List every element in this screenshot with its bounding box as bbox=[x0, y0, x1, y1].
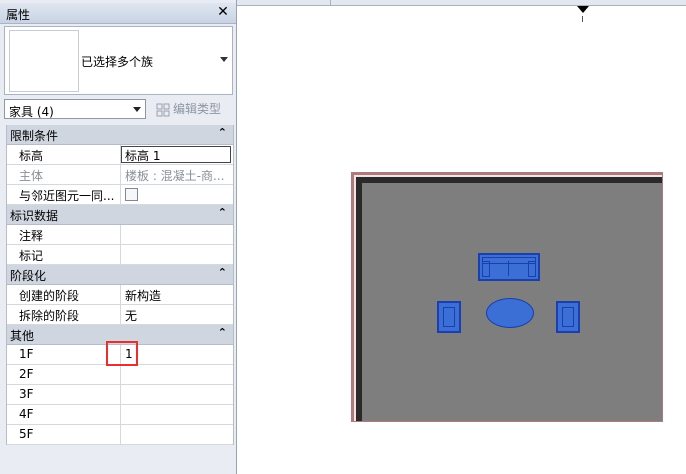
section-header-constraints[interactable]: 限制条件 ⌃ bbox=[7, 125, 233, 145]
property-value[interactable] bbox=[121, 425, 233, 444]
property-value[interactable]: 1 bbox=[121, 345, 233, 364]
property-key: 拆除的阶段 bbox=[7, 305, 121, 324]
property-key: 3F bbox=[7, 385, 121, 404]
type-selector[interactable]: 已选择多个族 bbox=[4, 26, 233, 95]
property-value-input[interactable]: 标高 1 bbox=[121, 146, 231, 163]
property-key: 主体 bbox=[7, 165, 121, 184]
property-row-1f[interactable]: 1F 1 bbox=[7, 345, 233, 365]
view-marker-stem bbox=[582, 16, 583, 22]
view-marker-icon[interactable] bbox=[577, 6, 589, 13]
type-thumbnail bbox=[9, 30, 79, 92]
property-row-5f[interactable]: 5F bbox=[7, 425, 233, 445]
property-value[interactable] bbox=[121, 405, 233, 424]
type-name: 已选择多个族 bbox=[81, 55, 154, 69]
collapse-icon[interactable]: ⌃ bbox=[218, 126, 227, 139]
close-icon[interactable]: ✕ bbox=[216, 4, 230, 20]
property-value: 楼板 : 混凝土-商... bbox=[125, 169, 225, 183]
edit-type-button[interactable]: 编辑类型 bbox=[156, 100, 221, 117]
property-row-move-with-nearby[interactable]: 与邻近图元一同... bbox=[7, 185, 233, 205]
chair-seat bbox=[562, 307, 574, 327]
property-value[interactable] bbox=[121, 185, 233, 204]
chair-seat bbox=[443, 307, 455, 327]
sofa-arm-left bbox=[482, 261, 490, 277]
property-row-2f[interactable]: 2F bbox=[7, 365, 233, 385]
property-key: 创建的阶段 bbox=[7, 285, 121, 304]
sofa[interactable] bbox=[478, 253, 540, 281]
move-with-nearby-checkbox[interactable] bbox=[125, 188, 138, 201]
property-key: 2F bbox=[7, 365, 121, 384]
section-header-other[interactable]: 其他 ⌃ bbox=[7, 325, 233, 345]
armchair-right[interactable] bbox=[556, 301, 580, 333]
collapse-icon[interactable]: ⌃ bbox=[218, 206, 227, 219]
property-key: 注释 bbox=[7, 225, 121, 244]
category-filter-label: 家具 (4) bbox=[9, 105, 54, 119]
property-key: 1F bbox=[7, 345, 121, 364]
filter-bar: 家具 (4) 编辑类型 bbox=[4, 99, 234, 121]
panel-title: 属性 bbox=[6, 8, 31, 22]
property-row-host: 主体 楼板 : 混凝土-商... bbox=[7, 165, 233, 185]
property-key: 标记 bbox=[7, 245, 121, 264]
property-key: 与邻近图元一同... bbox=[7, 185, 121, 204]
property-row-mark[interactable]: 标记 bbox=[7, 245, 233, 265]
collapse-icon[interactable]: ⌃ bbox=[218, 266, 227, 279]
property-row-phase-created[interactable]: 创建的阶段 新构造 bbox=[7, 285, 233, 305]
section-title: 阶段化 bbox=[10, 269, 47, 283]
drawing-canvas[interactable] bbox=[237, 6, 686, 474]
property-value[interactable] bbox=[121, 245, 233, 264]
property-key: 4F bbox=[7, 405, 121, 424]
section-title: 标识数据 bbox=[10, 209, 59, 223]
coffee-table[interactable] bbox=[486, 298, 534, 328]
category-filter-dropdown[interactable]: 家具 (4) bbox=[4, 99, 146, 119]
section-title: 其他 bbox=[10, 329, 35, 343]
property-value[interactable] bbox=[121, 225, 233, 244]
property-key: 标高 bbox=[7, 145, 121, 164]
edit-type-icon bbox=[156, 103, 170, 116]
section-title: 限制条件 bbox=[10, 129, 59, 143]
collapse-icon[interactable]: ⌃ bbox=[218, 326, 227, 339]
armchair-left[interactable] bbox=[437, 301, 461, 333]
tab-separator bbox=[330, 0, 331, 5]
dropdown-arrow-icon[interactable] bbox=[220, 57, 228, 62]
property-row-3f[interactable]: 3F bbox=[7, 385, 233, 405]
sofa-cushion-split bbox=[508, 261, 509, 276]
section-header-phasing[interactable]: 阶段化 ⌃ bbox=[7, 265, 233, 285]
property-value[interactable]: 新构造 bbox=[121, 285, 233, 304]
dropdown-arrow-icon[interactable] bbox=[133, 107, 141, 112]
property-row-phase-demolished[interactable]: 拆除的阶段 无 bbox=[7, 305, 233, 325]
property-row-level[interactable]: 标高 标高 1 bbox=[7, 145, 233, 165]
property-row-comments[interactable]: 注释 bbox=[7, 225, 233, 245]
property-value[interactable] bbox=[121, 385, 233, 404]
property-key: 5F bbox=[7, 425, 121, 444]
edit-type-label: 编辑类型 bbox=[173, 102, 222, 116]
sofa-arm-right bbox=[528, 261, 536, 277]
property-value[interactable]: 无 bbox=[121, 305, 233, 324]
property-value[interactable] bbox=[121, 365, 233, 384]
panel-titlebar[interactable]: 属性 ✕ bbox=[0, 3, 236, 24]
property-row-4f[interactable]: 4F bbox=[7, 405, 233, 425]
section-header-identity-data[interactable]: 标识数据 ⌃ bbox=[7, 205, 233, 225]
properties-panel: 属性 ✕ 已选择多个族 家具 (4) 编辑类型 限制条件 ⌃ 标高 标高 1 主… bbox=[0, 0, 237, 474]
properties-grid: 限制条件 ⌃ 标高 标高 1 主体 楼板 : 混凝土-商... 与邻近图元一同.… bbox=[6, 125, 234, 445]
